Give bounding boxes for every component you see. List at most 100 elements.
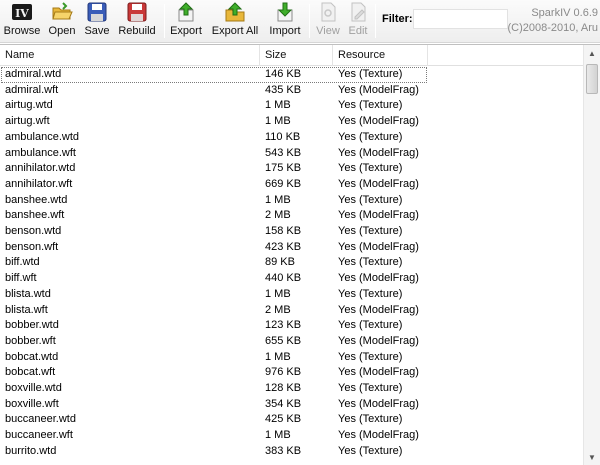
list-rows: admiral.wtd 146 KB Yes (Texture) admiral.wf… <box>0 67 583 465</box>
cell-name: bobber.wtd <box>5 319 59 332</box>
save-button[interactable]: Save <box>83 2 111 40</box>
cell-resource: Yes (Texture) <box>338 444 403 457</box>
version-text: SparkIV 0.6.9 <box>531 7 598 19</box>
cell-resource: Yes (Texture) <box>338 162 403 175</box>
cell-resource: Yes (ModelFrag) <box>338 83 419 96</box>
cell-resource: Yes (Texture) <box>338 319 403 332</box>
gta-iv-logo-icon: IV <box>12 4 32 20</box>
table-row[interactable]: benson.wft 423 KB Yes (ModelFrag) <box>0 240 583 256</box>
cell-name: buccaneer.wtd <box>5 413 76 426</box>
table-row[interactable]: admiral.wft 435 KB Yes (ModelFrag) <box>0 83 583 99</box>
cell-resource: Yes (ModelFrag) <box>338 177 419 190</box>
edit-label: Edit <box>348 25 368 37</box>
cell-size: 435 KB <box>265 83 302 96</box>
cell-size: 2 MB <box>265 209 291 222</box>
cell-size: 655 KB <box>265 334 302 347</box>
table-row[interactable]: annihilator.wft 669 KB Yes (ModelFrag) <box>0 177 583 193</box>
cell-size: 1 MB <box>265 115 291 128</box>
rebuild-disk-icon <box>127 2 147 22</box>
cell-size: 146 KB <box>265 68 302 80</box>
table-row[interactable]: ambulance.wtd 110 KB Yes (Texture) <box>0 130 583 146</box>
cell-resource: Yes (Texture) <box>338 193 403 206</box>
cell-resource: Yes (ModelFrag) <box>338 272 419 285</box>
table-row[interactable]: bobcat.wft 976 KB Yes (ModelFrag) <box>0 365 583 381</box>
cell-resource: Yes (Texture) <box>338 130 403 143</box>
table-row[interactable]: buccaneer.wtd 425 KB Yes (Texture) <box>0 412 583 428</box>
table-row[interactable]: bobcat.wtd 1 MB Yes (Texture) <box>0 350 583 366</box>
cell-size: 1 MB <box>265 287 291 300</box>
cell-name: annihilator.wtd <box>5 162 76 175</box>
cell-resource: Yes (ModelFrag) <box>338 240 419 253</box>
view-button[interactable]: View <box>314 2 342 40</box>
cell-resource: Yes (ModelFrag) <box>338 303 419 316</box>
cell-size: 425 KB <box>265 413 302 426</box>
cell-name: banshee.wft <box>5 209 65 222</box>
toolbar-separator <box>164 4 165 38</box>
filter-input[interactable] <box>413 9 508 29</box>
table-row[interactable]: buccaneer.wft 1 MB Yes (ModelFrag) <box>0 428 583 444</box>
column-header-name[interactable]: Name <box>0 45 260 66</box>
open-label: Open <box>48 25 76 37</box>
column-header-size[interactable]: Size <box>260 45 333 66</box>
cell-resource: Yes (ModelFrag) <box>338 115 419 128</box>
table-row[interactable]: admiral.wtd 146 KB Yes (Texture) <box>0 67 583 83</box>
cell-name: ambulance.wft <box>5 146 76 159</box>
export-all-button[interactable]: Export All <box>209 2 261 40</box>
column-header-resource[interactable]: Resource <box>333 45 428 66</box>
table-row[interactable]: airtug.wft 1 MB Yes (ModelFrag) <box>0 114 583 130</box>
table-row[interactable]: boxville.wtd 128 KB Yes (Texture) <box>0 381 583 397</box>
scroll-down-arrow-icon[interactable]: ▼ <box>584 449 600 465</box>
table-row[interactable]: burrito.wtd 383 KB Yes (Texture) <box>0 444 583 460</box>
cell-name: boxville.wtd <box>5 382 62 394</box>
toolbar: IV Browse Open Save Rebuild Export Expor… <box>0 0 600 43</box>
floppy-disk-icon <box>87 2 107 22</box>
cell-resource: Yes (Texture) <box>338 350 403 363</box>
cell-name: blista.wtd <box>5 287 51 300</box>
table-row[interactable]: boxville.wft 354 KB Yes (ModelFrag) <box>0 397 583 413</box>
cell-size: 110 KB <box>265 130 301 143</box>
table-row[interactable]: ambulance.wft 543 KB Yes (ModelFrag) <box>0 146 583 162</box>
table-row[interactable]: annihilator.wtd 175 KB Yes (Texture) <box>0 161 583 177</box>
browse-button[interactable]: IV Browse <box>3 2 41 40</box>
cell-resource: Yes (ModelFrag) <box>338 366 419 379</box>
export-button[interactable]: Export <box>169 2 203 40</box>
cell-resource: Yes (ModelFrag) <box>338 209 419 222</box>
list-header: Name Size Resource <box>0 45 583 66</box>
cell-name: airtug.wft <box>5 115 50 128</box>
cell-resource: Yes (Texture) <box>338 287 403 300</box>
import-button[interactable]: Import <box>266 2 304 40</box>
edit-button[interactable]: Edit <box>345 2 371 40</box>
table-row[interactable]: bobber.wtd 123 KB Yes (Texture) <box>0 318 583 334</box>
edit-document-icon <box>351 2 366 22</box>
cell-resource: Yes (ModelFrag) <box>338 429 419 442</box>
cell-size: 1 MB <box>265 193 291 206</box>
cell-size: 423 KB <box>265 240 302 253</box>
table-row[interactable]: blista.wtd 1 MB Yes (Texture) <box>0 287 583 303</box>
rebuild-button[interactable]: Rebuild <box>116 2 158 40</box>
export-all-label: Export All <box>211 25 259 37</box>
browse-label: Browse <box>3 25 41 37</box>
table-row[interactable]: bobber.wft 655 KB Yes (ModelFrag) <box>0 334 583 350</box>
table-row[interactable]: benson.wtd 158 KB Yes (Texture) <box>0 224 583 240</box>
cell-resource: Yes (Texture) <box>338 99 403 112</box>
table-row[interactable]: biff.wft 440 KB Yes (ModelFrag) <box>0 271 583 287</box>
table-row[interactable]: banshee.wtd 1 MB Yes (Texture) <box>0 193 583 209</box>
svg-text:IV: IV <box>15 7 29 20</box>
cell-name: biff.wft <box>5 272 37 285</box>
table-row[interactable]: biff.wtd 89 KB Yes (Texture) <box>0 255 583 271</box>
scrollbar-thumb[interactable] <box>586 64 598 94</box>
scroll-up-arrow-icon[interactable]: ▲ <box>584 45 600 62</box>
table-row[interactable]: banshee.wft 2 MB Yes (ModelFrag) <box>0 208 583 224</box>
about-text: SparkIV 0.6.9 (C)2008-2010, Aru <box>508 6 599 36</box>
cell-size: 669 KB <box>265 177 302 190</box>
cell-resource: Yes (ModelFrag) <box>338 146 419 159</box>
vertical-scrollbar[interactable]: ▲ ▼ <box>583 45 600 465</box>
cell-size: 128 KB <box>265 382 302 394</box>
cell-resource: Yes (Texture) <box>338 382 403 394</box>
import-label: Import <box>269 25 301 37</box>
table-row[interactable]: airtug.wtd 1 MB Yes (Texture) <box>0 98 583 114</box>
open-button[interactable]: Open <box>47 2 77 40</box>
cell-name: annihilator.wft <box>5 177 73 190</box>
cell-resource: Yes (Texture) <box>338 225 403 237</box>
table-row[interactable]: blista.wft 2 MB Yes (ModelFrag) <box>0 303 583 319</box>
